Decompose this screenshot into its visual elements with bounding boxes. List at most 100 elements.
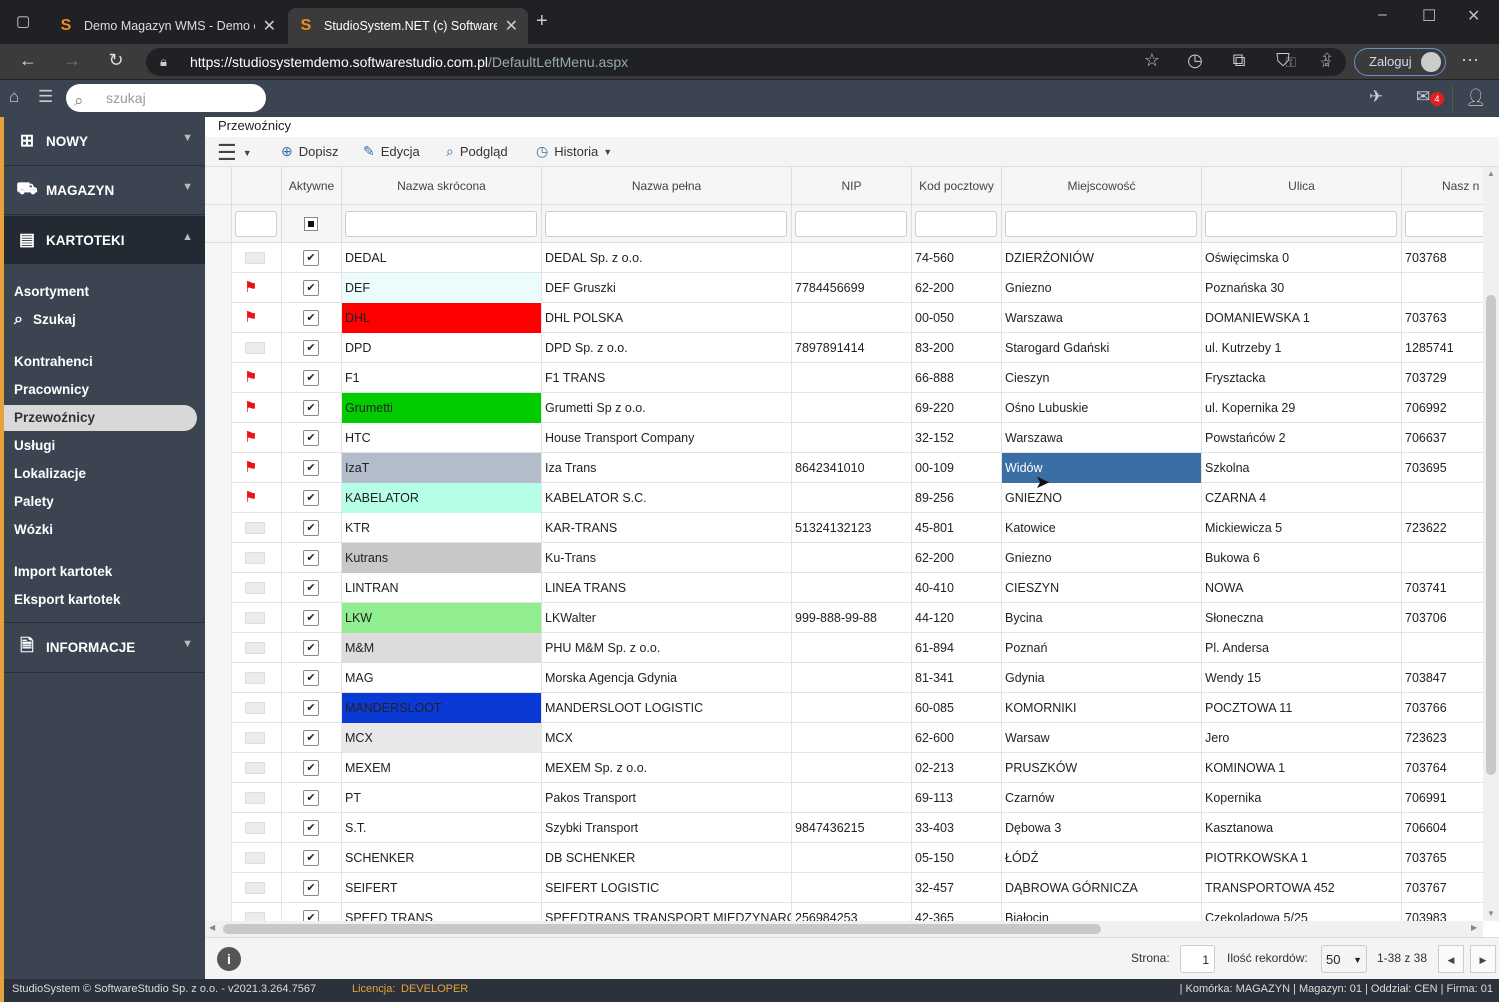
cell-nip[interactable] — [792, 363, 912, 393]
active-checkbox[interactable]: ✔ — [303, 880, 319, 896]
cell-street[interactable]: Oświęcimska 0 — [1202, 243, 1402, 273]
cell-our-number[interactable]: 706992 — [1402, 393, 1483, 423]
cell-short-name[interactable]: LINTRAN — [342, 573, 542, 603]
cell-short-name[interactable]: PT — [342, 783, 542, 813]
cell-full-name[interactable]: DEF Gruszki — [542, 273, 792, 303]
cell-short-name[interactable]: KTR — [342, 513, 542, 543]
cell-nip[interactable] — [792, 633, 912, 663]
cell-zip[interactable]: 62-200 — [912, 543, 1002, 573]
table-row[interactable]: ⚑ ✔ Grumetti Grumetti Sp z o.o. 69-220 Ośno L… — [205, 393, 1483, 423]
cell-street[interactable]: Bukowa 6 — [1202, 543, 1402, 573]
cell-city[interactable]: Poznań — [1002, 633, 1202, 663]
home-icon[interactable]: ⌂ — [9, 87, 19, 107]
history-button[interactable]: ◷ Historia ▼ — [536, 143, 612, 160]
column-header-short-name[interactable]: Nazwa skrócona — [342, 167, 542, 205]
cell-zip[interactable]: 40-410 — [912, 573, 1002, 603]
cell-street[interactable]: Powstańców 2 — [1202, 423, 1402, 453]
cell-nip[interactable] — [792, 693, 912, 723]
column-header-flag[interactable] — [232, 167, 282, 205]
cell-full-name[interactable]: MCX — [542, 723, 792, 753]
cell-zip[interactable]: 60-085 — [912, 693, 1002, 723]
cell-nip[interactable] — [792, 303, 912, 333]
cell-city[interactable]: CIESZYN — [1002, 573, 1202, 603]
cell-full-name[interactable]: MEXEM Sp. z o.o. — [542, 753, 792, 783]
cell-nip[interactable]: 8642341010 — [792, 453, 912, 483]
filter-city-input[interactable] — [1005, 211, 1197, 237]
cell-full-name[interactable]: DB SCHENKER — [542, 843, 792, 873]
active-checkbox[interactable]: ✔ — [303, 340, 319, 356]
cell-nip[interactable] — [792, 393, 912, 423]
close-tab-icon[interactable]: ✕ — [505, 16, 518, 36]
grid-menu-button[interactable]: ☰ ▼ — [217, 140, 252, 166]
close-tab-icon[interactable]: ✕ — [263, 16, 276, 36]
cell-nip[interactable] — [792, 243, 912, 273]
cell-nip[interactable] — [792, 753, 912, 783]
cell-short-name[interactable]: LKW — [342, 603, 542, 633]
cell-street[interactable]: ul. Kopernika 29 — [1202, 393, 1402, 423]
cell-our-number[interactable]: 703766 — [1402, 693, 1483, 723]
scroll-down-icon[interactable]: ▼ — [1487, 909, 1495, 918]
cell-city[interactable]: Warszawa — [1002, 423, 1202, 453]
cell-our-number[interactable]: 706637 — [1402, 423, 1483, 453]
cell-our-number[interactable]: 723622 — [1402, 513, 1483, 543]
cell-street[interactable]: Jero — [1202, 723, 1402, 753]
column-header-nip[interactable]: NIP — [792, 167, 912, 205]
active-checkbox[interactable]: ✔ — [303, 370, 319, 386]
cell-city[interactable]: KOMORNIKI — [1002, 693, 1202, 723]
cell-short-name[interactable]: MAG — [342, 663, 542, 693]
cell-our-number[interactable]: 706604 — [1402, 813, 1483, 843]
cell-city[interactable]: Starogard Gdański — [1002, 333, 1202, 363]
cell-our-number[interactable] — [1402, 483, 1483, 513]
table-row[interactable]: ✔ M&M PHU M&M Sp. z o.o. 61-894 Poznań Pl. An… — [205, 633, 1483, 663]
view-button[interactable]: ⌕ Podgląd — [446, 143, 508, 160]
cell-street[interactable]: Wendy 15 — [1202, 663, 1402, 693]
cell-our-number[interactable]: 703741 — [1402, 573, 1483, 603]
horizontal-scrollbar[interactable]: ◀ ▶ — [205, 921, 1483, 937]
sidebar-item-przewoznicy[interactable]: Przewoźnicy — [4, 405, 197, 431]
cell-zip[interactable]: 02-213 — [912, 753, 1002, 783]
cell-our-number[interactable] — [1402, 273, 1483, 303]
cell-full-name[interactable]: Morska Agencja Gdynia — [542, 663, 792, 693]
table-row[interactable]: ⚑ ✔ F1 F1 TRANS 66-888 Cieszyn Frysztacka 70372… — [205, 363, 1483, 393]
cell-our-number[interactable] — [1402, 543, 1483, 573]
table-row[interactable]: ✔ MANDERSLOOT MANDERSLOOT LOGISTIC 60-085 KO… — [205, 693, 1483, 723]
cell-zip[interactable]: 61-894 — [912, 633, 1002, 663]
url-field[interactable]: 🔒︎ https://studiosystemdemo.softwarestud… — [146, 48, 1346, 76]
tab-actions-icon[interactable]: ▢ — [16, 12, 30, 30]
new-tab-icon[interactable]: + — [536, 10, 548, 33]
section-informacje[interactable]: 🗎︎ INFORMACJE ▼ — [4, 623, 205, 671]
column-header-street[interactable]: Ulica — [1202, 167, 1402, 205]
cell-zip[interactable]: 00-109 — [912, 453, 1002, 483]
cell-city[interactable]: Czarnów — [1002, 783, 1202, 813]
cell-street[interactable]: KOMINOWA 1 — [1202, 753, 1402, 783]
active-checkbox[interactable]: ✔ — [303, 520, 319, 536]
active-checkbox[interactable]: ✔ — [303, 280, 319, 296]
cell-our-number[interactable]: 703767 — [1402, 873, 1483, 903]
collections-icon[interactable]: ⧉ — [1227, 50, 1251, 71]
cell-short-name[interactable]: DPD — [342, 333, 542, 363]
sidebar-item-szukaj[interactable]: ⌕ Szukaj — [14, 307, 200, 333]
active-checkbox[interactable]: ✔ — [303, 850, 319, 866]
active-checkbox[interactable]: ✔ — [303, 640, 319, 656]
info-icon[interactable]: i — [217, 947, 241, 971]
cell-zip[interactable]: 42-365 — [912, 903, 1002, 921]
active-checkbox[interactable]: ✔ — [303, 310, 319, 326]
cell-short-name[interactable]: SPEED TRANS — [342, 903, 542, 921]
table-row[interactable]: ⚑ ✔ KABELATOR KABELATOR S.C. 89-256 GNIEZNO CZ… — [205, 483, 1483, 513]
cell-street[interactable]: Szkolna — [1202, 453, 1402, 483]
cell-street[interactable]: DOMANIEWSKA 1 — [1202, 303, 1402, 333]
cell-nip[interactable] — [792, 873, 912, 903]
cell-full-name[interactable]: Ku-Trans — [542, 543, 792, 573]
cell-city[interactable]: Warszawa — [1002, 303, 1202, 333]
browser-tab-2[interactable]: S StudioSystem.NET (c) SoftwareSt ✕ — [288, 8, 528, 44]
cell-zip[interactable]: 66-888 — [912, 363, 1002, 393]
cell-full-name[interactable]: MANDERSLOOT LOGISTIC — [542, 693, 792, 723]
cell-zip[interactable]: 44-120 — [912, 603, 1002, 633]
cell-full-name[interactable]: KABELATOR S.C. — [542, 483, 792, 513]
cell-street[interactable]: PIOTRKOWSKA 1 — [1202, 843, 1402, 873]
cell-city[interactable]: Bycina — [1002, 603, 1202, 633]
close-window-icon[interactable]: ✕ — [1467, 6, 1480, 26]
extensions-icon[interactable]: ⛉ — [1271, 50, 1295, 71]
filter-zip-input[interactable] — [915, 211, 997, 237]
cell-nip[interactable] — [792, 783, 912, 813]
